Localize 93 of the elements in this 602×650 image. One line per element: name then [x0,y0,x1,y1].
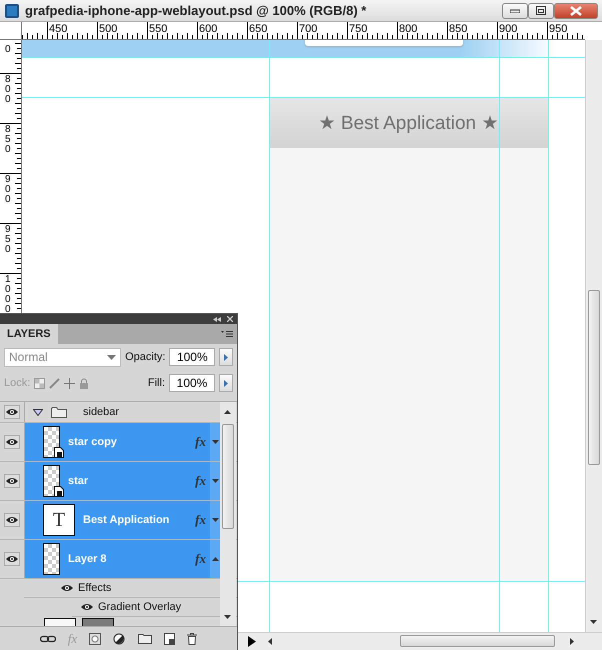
visibility-toggle[interactable] [4,513,20,527]
caret-icon [107,354,116,360]
layer-name: star copy [68,436,118,448]
opacity-label: Opacity: [125,351,166,363]
ruler-label: 0 [5,45,12,55]
maximize-button[interactable] [528,2,554,18]
visibility-eye-icon [80,603,94,611]
ruler-label: 800 [5,75,12,105]
layer-row[interactable]: Layer 8 fx [25,540,210,578]
eye-icon [5,438,19,446]
right-arrow-icon[interactable] [570,638,574,645]
eye-icon [5,516,19,524]
down-arrow-icon[interactable] [212,518,219,522]
opacity-field[interactable]: 100% [169,348,216,366]
restore-icon [536,6,546,15]
up-arrow-icon[interactable] [212,557,219,561]
visibility-toggle[interactable] [4,435,20,449]
ruler-label: 600 [199,23,218,35]
play-icon[interactable] [248,636,256,647]
fill-label: Fill: [148,377,165,389]
app-icon [5,4,19,18]
blend-mode-dropdown[interactable]: Normal [4,348,122,366]
effect-name[interactable]: Gradient Overlay [98,601,182,613]
effects-label[interactable]: Effects [78,582,112,594]
down-arrow-icon[interactable] [224,615,231,619]
vertical-scrollbar[interactable] [585,40,602,632]
folder-icon [51,406,67,418]
layers-scrollbar[interactable] [220,402,236,627]
new-layer-icon[interactable] [164,632,176,644]
layer-name: star [68,475,90,487]
close-icon[interactable] [227,316,233,322]
visibility-eye-icon [60,584,74,592]
fill-field[interactable]: 100% [169,374,215,392]
menu-icon[interactable] [221,330,233,338]
ruler-label: 900 [499,23,518,35]
layers-tab[interactable]: LAYERS [0,324,58,344]
ruler-label: 450 [49,23,68,35]
ruler-origin[interactable] [0,22,22,40]
ruler-label: 1000 [5,275,12,315]
layer-row[interactable]: T Best Application fx [25,501,210,539]
ruler-label: 850 [5,125,12,155]
window-title: grafpedia-iphone-app-weblayout.psd @ 100% (RGB/8) * [25,3,368,18]
minimize-button[interactable] [502,2,528,18]
expanded-icon[interactable] [33,408,43,416]
right-arrow-icon [224,354,228,360]
ruler-label: 950 [5,225,12,255]
opacity-slider-button[interactable] [219,348,234,366]
minimize-icon [510,8,520,12]
layer-name: Best Application [83,514,170,526]
right-arrow-icon [224,380,228,386]
visibility-toggle[interactable] [4,405,20,419]
down-arrow-icon[interactable] [212,440,219,444]
ruler-label: 900 [5,175,12,205]
ruler-label: 650 [249,23,268,35]
collapse-icon[interactable] [213,316,221,322]
visibility-toggle[interactable] [4,474,20,488]
move-icon[interactable] [64,378,76,388]
adjustment-icon[interactable] [113,632,126,644]
ruler-label: 750 [349,23,368,35]
layer-thumbnail [43,543,60,575]
fx-label: fx [195,434,206,450]
group-name[interactable]: sidebar [83,406,120,418]
card-title: ★ Best Application ★ [269,97,548,148]
left-arrow-icon[interactable] [268,638,272,645]
lock-label: Lock: [4,377,30,389]
fx-label: fx [195,473,206,489]
link-icon[interactable] [40,634,56,642]
fx-label: fx [195,512,206,528]
mask-icon[interactable] [89,632,102,644]
down-arrow-icon[interactable] [212,479,219,483]
text-layer-thumbnail: T [43,504,75,536]
fx-label: fx [195,551,206,567]
ruler-label: 500 [99,23,118,35]
eye-icon [5,555,19,563]
ruler-label: 950 [549,23,568,35]
scroll-thumb[interactable] [222,424,234,529]
scroll-thumb[interactable] [588,290,600,465]
fill-slider-button[interactable] [219,374,233,392]
ruler-label: 800 [399,23,418,35]
eye-icon [5,477,19,485]
close-icon [570,6,582,16]
scroll-thumb[interactable] [400,635,555,647]
ruler-label: 550 [149,23,168,35]
horizontal-scrollbar[interactable] [238,632,602,650]
down-arrow-icon[interactable] [590,620,597,624]
visibility-toggle[interactable] [4,552,20,566]
up-arrow-icon[interactable] [224,410,231,414]
layer-name: Layer 8 [68,553,108,565]
eye-icon [5,408,19,416]
close-button[interactable] [554,2,598,18]
ruler-label: 700 [299,23,318,35]
ruler-label: 850 [449,23,468,35]
trash-icon[interactable] [187,632,198,644]
